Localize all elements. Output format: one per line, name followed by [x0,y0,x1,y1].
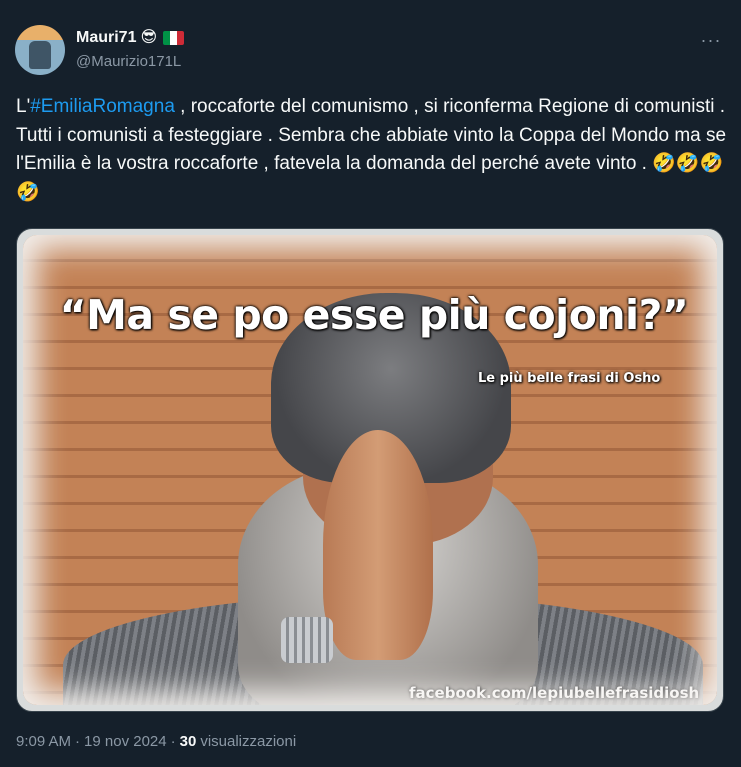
tweet: Mauri71 😎 @Maurizio171L ··· L'#EmiliaRom… [0,0,741,767]
italy-flag-icon [163,31,185,45]
tweet-text-prefix: L' [16,96,31,117]
tweet-meta: 9:09 AM · 19 nov 2024 · 30 visualizzazio… [16,733,296,750]
meme-beanie [271,293,511,483]
tweet-date[interactable]: 19 nov 2024 [84,733,167,750]
meme-praying-hands [323,430,433,660]
meme-watch [281,617,333,663]
meme-url-caption: facebook.com/lepiubellefrasidiosh [409,684,700,702]
sunglasses-emoji-icon: 😎 [140,29,158,46]
meme-brand-caption: Le più belle frasi di Osho [478,371,661,386]
meme-beard [238,465,538,705]
meme-face [303,395,493,545]
avatar-figure [29,41,51,69]
tweet-image[interactable]: “Ma se po esse più cojoni?” Le più belle… [16,228,724,712]
author-handle[interactable]: @Maurizio171L [76,53,181,70]
author-name-row[interactable]: Mauri71 😎 [76,29,185,47]
meme-sweater [63,595,703,705]
meme-quote-text: “Ma se po esse più cojoni?” [59,291,689,339]
views-count: 30 [179,733,197,750]
tweet-time[interactable]: 9:09 AM [16,733,71,750]
meme-photo: “Ma se po esse più cojoni?” Le più belle… [23,235,717,705]
tweet-text: L'#EmiliaRomagna , roccaforte del comuni… [16,93,731,207]
flag-stripe-red [177,31,185,45]
meta-separator: · [75,733,81,750]
flag-stripe-green [163,31,171,45]
hashtag-link[interactable]: #EmiliaRomagna [30,96,175,117]
author-display-name[interactable]: Mauri71 [76,29,136,47]
more-dots-icon[interactable]: ··· [697,26,725,54]
flag-stripe-white [170,31,178,45]
avatar[interactable] [15,25,65,75]
meta-separator: · [170,733,176,750]
views-label: visualizzazioni [200,733,297,750]
